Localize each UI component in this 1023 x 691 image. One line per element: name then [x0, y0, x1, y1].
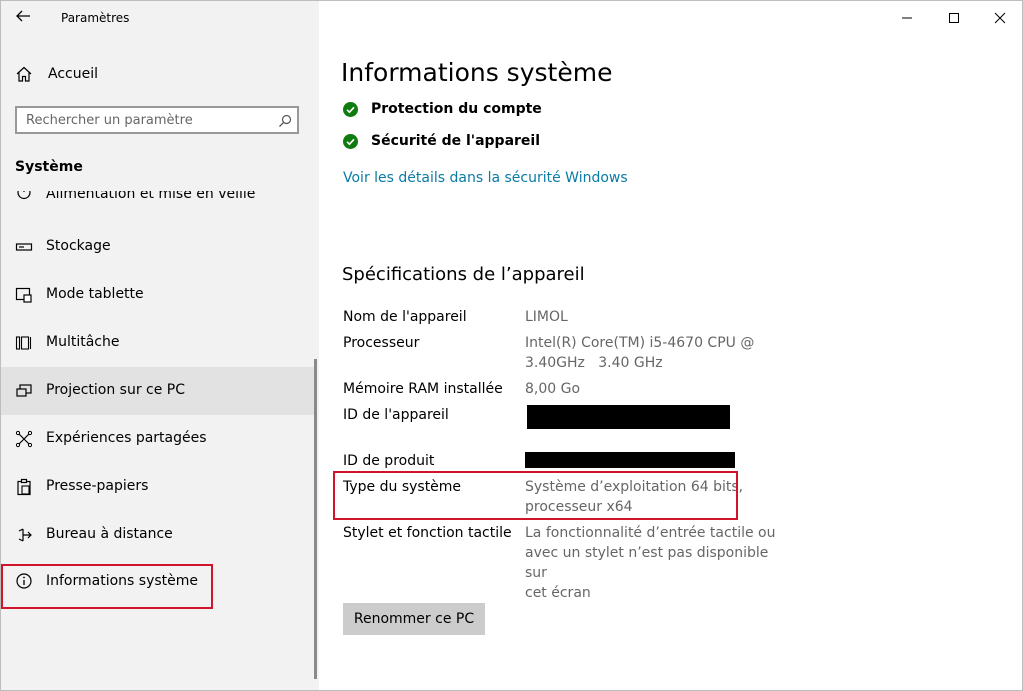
close-icon	[994, 12, 1006, 24]
remote-desktop-icon	[15, 526, 33, 544]
clipboard-icon	[15, 478, 33, 496]
spec-label-device-name: Nom de l'appareil	[343, 309, 467, 325]
search-input[interactable]	[17, 108, 267, 132]
sidebar-item-label: Stockage	[46, 238, 111, 254]
storage-icon	[15, 238, 33, 256]
highlight-box-system-type	[333, 471, 738, 520]
back-arrow-icon[interactable]	[15, 8, 33, 26]
sidebar-item-remote-desktop[interactable]: Bureau à distance	[1, 511, 315, 559]
maximize-button[interactable]	[931, 1, 977, 35]
tablet-mode-icon	[15, 286, 33, 304]
sidebar-item-storage[interactable]: Stockage	[1, 223, 315, 271]
status-label: Sécurité de l'appareil	[371, 133, 541, 149]
app-title: Paramètres	[61, 11, 130, 25]
windows-security-link[interactable]: Voir les détails dans la sécurité Window…	[343, 170, 628, 186]
sidebar-item-label: Alimentation et mise en veille	[46, 191, 256, 202]
rename-pc-button[interactable]: Renommer ce PC	[343, 603, 485, 635]
close-button[interactable]	[977, 1, 1022, 35]
home-icon	[15, 65, 33, 83]
pen-touch-line-2: avec un stylet n’est pas disponible sur	[525, 545, 769, 581]
spec-value-ram: 8,00 Go	[525, 381, 581, 397]
redacted-product-id	[525, 452, 735, 468]
sidebar: Paramètres Accueil Système Alimentation …	[1, 1, 319, 690]
redacted-device-id	[527, 405, 730, 429]
sidebar-item-multitasking[interactable]: Multitâche	[1, 319, 315, 367]
minimize-icon	[902, 17, 912, 19]
pen-touch-line-3: cet écran	[525, 585, 591, 601]
sidebar-item-label: Expériences partagées	[46, 430, 207, 446]
check-circle-icon	[343, 134, 358, 149]
spec-label-product-id: ID de produit	[343, 453, 435, 469]
sidebar-item-label: Multitâche	[46, 334, 120, 350]
highlight-box-sidebar	[1, 564, 213, 609]
power-icon	[15, 191, 33, 201]
maximize-icon	[949, 13, 959, 23]
sidebar-item-power[interactable]: Alimentation et mise en veille	[1, 191, 315, 205]
home-label: Accueil	[48, 66, 98, 82]
check-circle-icon	[343, 102, 358, 117]
spec-value-pen-touch: La fonctionnalité d’entrée tactile ou av…	[525, 523, 781, 603]
spec-label-pen-touch: Stylet et fonction tactile	[343, 525, 512, 541]
sidebar-item-clipboard[interactable]: Presse-papiers	[1, 463, 315, 511]
search-icon[interactable]	[278, 113, 292, 127]
sidebar-item-tablet-mode[interactable]: Mode tablette	[1, 271, 315, 319]
home-button[interactable]: Accueil	[1, 57, 319, 93]
sidebar-item-label: Mode tablette	[46, 286, 144, 302]
processor-line-1: Intel(R) Core(TM) i5-4670 CPU @	[525, 335, 755, 351]
spec-label-device-id: ID de l'appareil	[343, 407, 449, 423]
spec-value-processor: Intel(R) Core(TM) i5-4670 CPU @ 3.40GHz …	[525, 333, 781, 373]
sidebar-item-label: Bureau à distance	[46, 526, 173, 542]
sidebar-item-label: Presse-papiers	[46, 478, 149, 494]
sidebar-item-shared-experiences[interactable]: Expériences partagées	[1, 415, 315, 463]
shared-experiences-icon	[15, 430, 33, 448]
spec-label-ram: Mémoire RAM installée	[343, 381, 503, 397]
processor-line-2: 3.40GHz 3.40 GHz	[525, 355, 663, 371]
section-title: Système	[15, 159, 83, 175]
sidebar-item-label: Projection sur ce PC	[46, 382, 186, 398]
spec-label-processor: Processeur	[343, 335, 420, 351]
spec-value-device-name: LIMOL	[525, 309, 568, 325]
settings-window: Paramètres Accueil Système Alimentation …	[0, 0, 1023, 691]
pen-touch-line-1: La fonctionnalité d’entrée tactile ou	[525, 525, 776, 541]
search-box[interactable]	[15, 106, 299, 134]
page-title: Informations système	[341, 58, 613, 87]
projection-icon	[15, 382, 33, 400]
minimize-button[interactable]	[884, 1, 930, 35]
multitasking-icon	[15, 334, 33, 352]
sidebar-item-projection[interactable]: Projection sur ce PC	[1, 367, 315, 415]
status-label: Protection du compte	[371, 101, 542, 117]
sidebar-scrollbar[interactable]	[314, 359, 317, 679]
specs-heading: Spécifications de l’appareil	[342, 264, 585, 285]
main-content: Informations système Protection du compt…	[319, 1, 1022, 690]
